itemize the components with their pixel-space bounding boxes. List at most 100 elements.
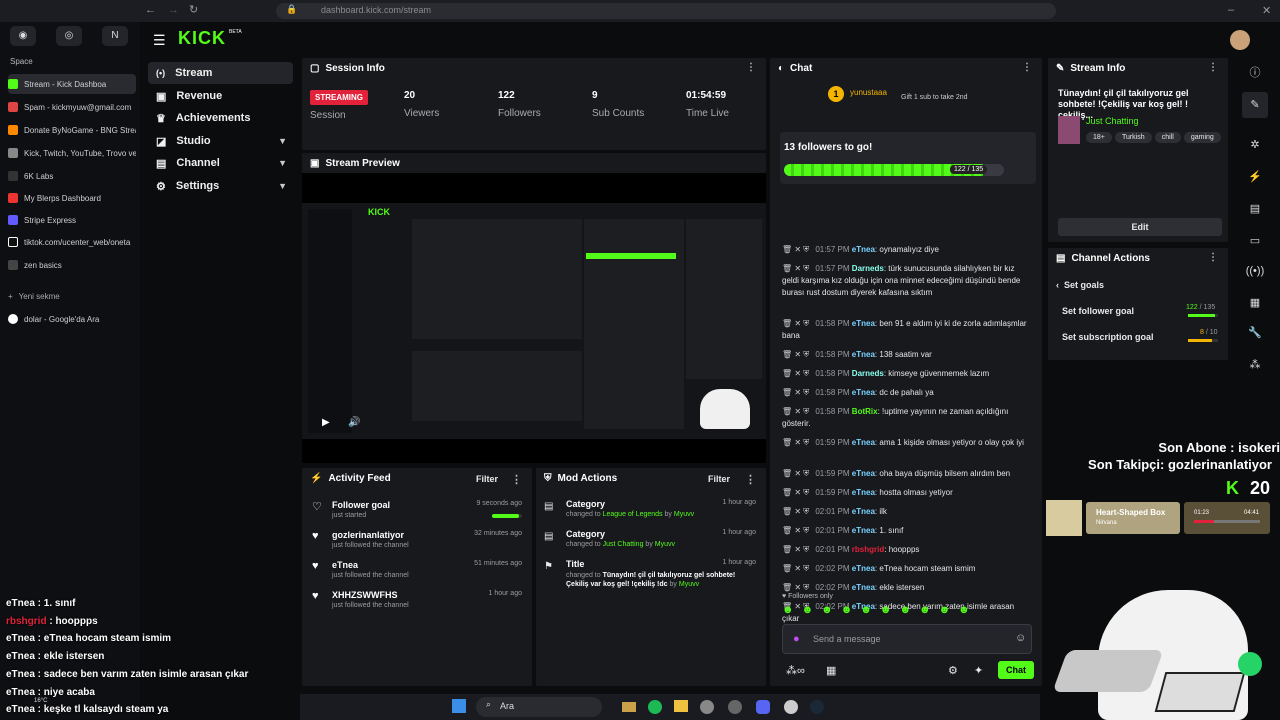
tab-gmail[interactable]: Spam - kickmyuw@gmail.com	[8, 97, 136, 117]
discord-icon[interactable]: ◉	[10, 26, 36, 46]
nav-stream[interactable]: (•) Stream	[148, 62, 293, 84]
community-icon[interactable]: ⁂	[1242, 352, 1268, 378]
stream-video[interactable]: KICK ▶ 🔊	[302, 203, 766, 439]
more-icon[interactable]: ⋮	[1022, 62, 1032, 73]
app-icon[interactable]	[784, 700, 798, 714]
mod-tools-icon[interactable]: 🗑 ✕ ⛨	[782, 564, 809, 573]
nav-revenue[interactable]: ▣ Revenue	[148, 85, 293, 107]
send-chat-button[interactable]: Chat	[998, 661, 1034, 679]
mod-tools-icon[interactable]: 🗑 ✕ ⛨	[782, 438, 809, 447]
bug-icon[interactable]: ✲	[1242, 132, 1268, 158]
mod-tools-icon[interactable]: 🗑 ✕ ⛨	[782, 507, 809, 516]
info-icon[interactable]: ⓘ	[1242, 60, 1268, 86]
close-window-icon[interactable]: ✕	[1262, 4, 1271, 17]
set-follower-goal[interactable]: Set follower goal	[1062, 306, 1134, 316]
play-icon[interactable]: ▶	[322, 417, 330, 428]
steam-icon[interactable]	[810, 700, 824, 714]
lightning-icon: ⚡	[310, 472, 323, 484]
tab-stripe[interactable]: Stripe Express	[8, 210, 136, 230]
volume-icon[interactable]: 🔊	[348, 417, 360, 428]
whatsapp-icon	[1238, 652, 1262, 676]
github-icon[interactable]: ◎	[56, 26, 82, 46]
tab-google-dolar[interactable]: dolar - Google'da Ara	[8, 309, 136, 329]
taskbar-search[interactable]: Ara	[476, 697, 602, 717]
tab-bynogame[interactable]: Donate ByNoGame - BNG Strea	[8, 120, 136, 140]
broadcast-icon[interactable]: ((•))	[1242, 258, 1268, 284]
song-title: Heart-Shaped Box	[1096, 508, 1166, 517]
nav-settings[interactable]: ⚙ Settings ▼	[148, 175, 293, 197]
tab-kick-dashboard[interactable]: Stream - Kick Dashboa	[8, 74, 136, 94]
mod-tools-icon[interactable]: 🗑 ✕ ⛨	[782, 545, 809, 554]
menu-icon[interactable]: ☰	[153, 32, 166, 49]
chat-message: 🗑 ✕ ⛨ 01:59 PM eTnea: ama 1 kişide olması…	[782, 438, 1024, 447]
category-name[interactable]: Just Chatting	[1086, 116, 1139, 126]
channel-actions-header: ▤ Channel Actions ⋮	[1056, 252, 1218, 264]
mod-filter-button[interactable]: Filter	[708, 474, 730, 484]
tab-blerps[interactable]: My Blerps Dashboard	[8, 188, 136, 208]
more-icon[interactable]: ⋮	[1208, 62, 1218, 73]
minimize-icon[interactable]: –	[1228, 4, 1234, 16]
mod-tools-icon[interactable]: 🗑 ✕ ⛨	[782, 526, 809, 535]
mod-tools-icon[interactable]: 🗑 ✕ ⛨	[782, 264, 809, 273]
bolt-icon[interactable]: ⚡	[1242, 164, 1268, 190]
message-input[interactable]: ● Send a message ☺	[782, 624, 1032, 654]
set-subscription-goal[interactable]: Set subscription goal	[1062, 332, 1154, 342]
emote-picker-icon[interactable]: ✦	[974, 664, 983, 677]
gift-sub-prompt[interactable]: Gift 1 sub to take 2nd	[901, 94, 968, 101]
pinned-user[interactable]: yunustaaa	[850, 88, 887, 97]
edit-stream-button[interactable]: Edit	[1058, 218, 1222, 236]
discord-taskbar-icon[interactable]	[756, 700, 770, 714]
mod-tools-icon[interactable]: 🗑 ✕ ⛨	[782, 469, 809, 478]
song-time-current: 01:23	[1194, 510, 1210, 516]
more-icon[interactable]: ⋮	[746, 62, 756, 73]
chevron-down-icon: ▼	[278, 158, 287, 168]
pencil-icon[interactable]: ✎	[1242, 92, 1268, 118]
more-icon[interactable]: ⋮	[511, 473, 522, 486]
tab-tiktok[interactable]: tiktok.com/ucenter_web/oneta	[8, 232, 136, 252]
mod-tools-icon[interactable]: 🗑 ✕ ⛨	[782, 350, 809, 359]
address-bar[interactable]: dashboard.kick.com/stream	[276, 3, 1056, 19]
community-icon[interactable]: ⁂∞	[786, 664, 805, 677]
reload-icon[interactable]: ↻	[189, 3, 198, 16]
emoji-icon[interactable]: ☺	[1015, 632, 1026, 644]
layout-icon[interactable]: ▦	[1242, 290, 1268, 316]
comment-icon[interactable]: ▭	[1242, 228, 1268, 254]
chat-messages[interactable]: 🗑 ✕ ⛨ 01:57 PM eTnea: oynamalıyız diye 🗑 ✕…	[770, 188, 1042, 623]
taskbar-app-icon[interactable]	[622, 702, 636, 712]
windows-start-icon[interactable]	[452, 699, 466, 713]
nav-achievements[interactable]: ♛ Achievements	[148, 107, 293, 129]
mod-tools-icon[interactable]: 🗑 ✕ ⛨	[782, 488, 809, 497]
notion-icon[interactable]: N	[102, 26, 128, 46]
emote-bar[interactable]: ☻☻☻☻☻☻☻☻☻☻	[782, 604, 1034, 618]
mod-tools-icon[interactable]: 🗑 ✕ ⛨	[782, 583, 809, 592]
activity-item-sub: just started	[332, 512, 367, 519]
nav-studio[interactable]: ◪ Studio ▼	[148, 130, 293, 152]
mod-tools-icon[interactable]: 🗑 ✕ ⛨	[782, 319, 809, 328]
tab-6klabs[interactable]: 6K Labs	[8, 166, 136, 186]
nav-channel[interactable]: ▤ Channel ▼	[148, 152, 293, 174]
forward-icon[interactable]: →	[168, 4, 179, 16]
tab-zen-basics[interactable]: zen basics	[8, 255, 136, 275]
obs-icon[interactable]	[728, 700, 742, 714]
back-icon[interactable]: ←	[145, 4, 156, 16]
mod-tools-icon[interactable]: 🗑 ✕ ⛨	[782, 369, 809, 378]
activity-filter-button[interactable]: Filter	[476, 474, 498, 484]
activity-item-title: Follower goal	[332, 500, 391, 510]
document-icon[interactable]: ▤	[1242, 196, 1268, 222]
mod-tools-icon[interactable]: 🗑 ✕ ⛨	[782, 407, 809, 416]
more-icon[interactable]: ⋮	[1208, 252, 1218, 263]
store-icon[interactable]: ▦	[826, 664, 836, 677]
avatar[interactable]	[1230, 30, 1250, 50]
kick-logo[interactable]: KICK	[178, 28, 226, 49]
browser-icon[interactable]	[700, 700, 714, 714]
wrench-icon[interactable]: 🔧	[1242, 320, 1268, 346]
tab-streamelements[interactable]: Kick, Twitch, YouTube, Trovo ve	[8, 143, 136, 163]
folder-icon[interactable]	[674, 700, 688, 712]
mod-tools-icon[interactable]: 🗑 ✕ ⛨	[782, 245, 809, 254]
mod-tools-icon[interactable]: 🗑 ✕ ⛨	[782, 388, 809, 397]
spotify-icon[interactable]	[648, 700, 662, 714]
new-tab-button[interactable]: + Yeni sekme	[8, 286, 136, 306]
set-goals-back[interactable]: ‹ Set goals	[1056, 280, 1104, 290]
more-icon[interactable]: ⋮	[745, 473, 756, 486]
settings-icon[interactable]: ⚙	[948, 664, 958, 677]
